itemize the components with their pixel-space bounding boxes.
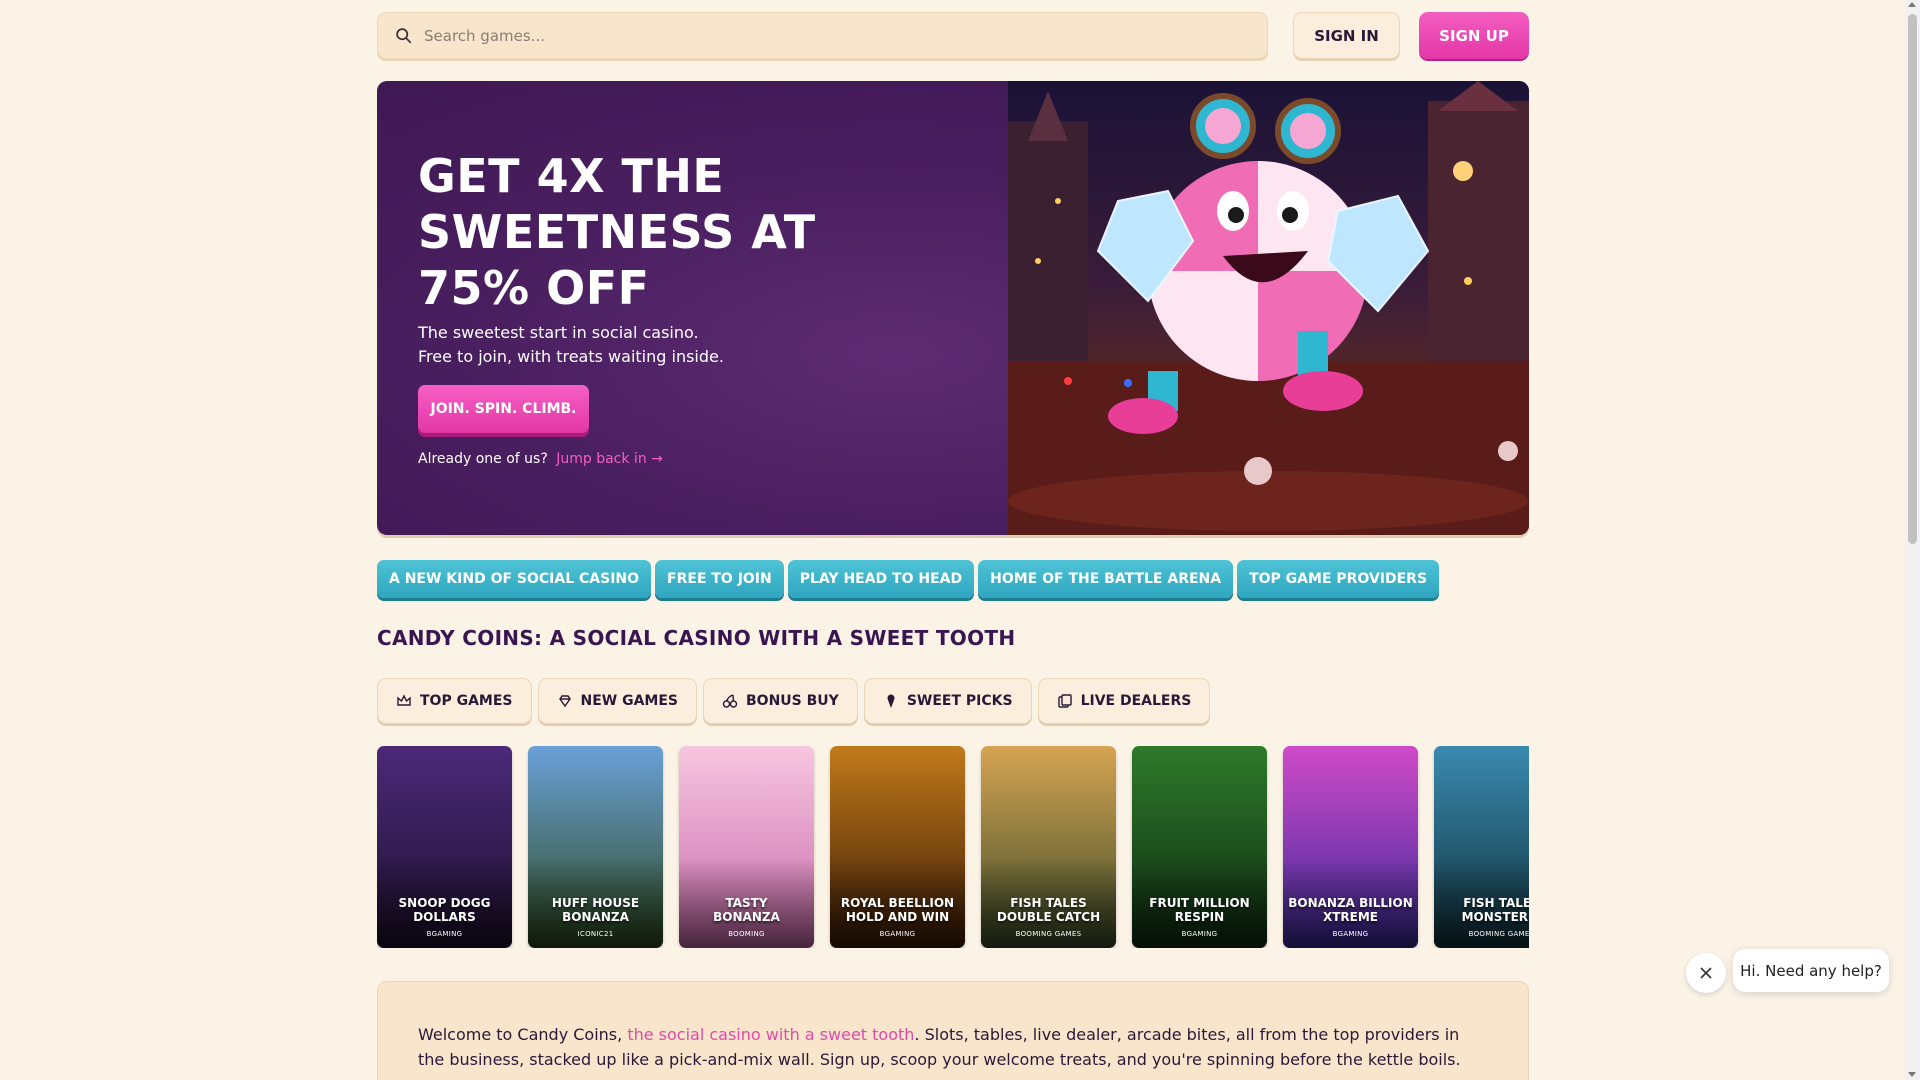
hero-subtitle-line-2: Free to join, with treats waiting inside… [418,347,724,366]
game-tile[interactable]: SNOOP DOGG DOLLARS BGAMING [377,746,512,948]
page-scrollbar[interactable] [1905,0,1920,1080]
cards-icon [1057,694,1072,708]
ice-cream-icon [887,694,895,708]
game-tile[interactable]: TASTY BONANZA BOOMING [679,746,814,948]
pill-play-head-to-head[interactable]: PLAY HEAD TO HEAD [787,560,975,598]
tab-top-games[interactable]: TOP GAMES [377,678,532,724]
game-tile[interactable]: ROYAL BEELLION HOLD AND WIN BGAMING [830,746,965,948]
login-prompt-text: Already one of us? [418,451,548,467]
game-title: FISH TALES MONSTER R [1461,896,1529,924]
hero-subtitle-line-1: The sweetest start in social casino. [418,323,699,342]
game-provider: BGAMING [879,930,916,938]
scroll-up-arrow-icon[interactable] [1908,2,1916,7]
game-provider: ICONIC21 [577,930,614,938]
welcome-box: Welcome to Candy Coins, the social casin… [377,981,1529,1080]
game-provider: BGAMING [426,930,463,938]
tab-bonus-buy[interactable]: BONUS BUY [703,678,858,724]
game-title: FISH TALES DOUBLE CATCH [996,896,1101,924]
game-tile[interactable]: BONANZA BILLION XTREME BGAMING [1283,746,1418,948]
search-box[interactable] [377,12,1268,59]
game-tile[interactable]: HUFF HOUSE BONANZA ICONIC21 [528,746,663,948]
hero-mascot-image [1008,81,1529,535]
game-title: HUFF HOUSE BONANZA [551,896,640,924]
game-title: FRUIT MILLION RESPIN [1149,896,1250,924]
game-title: ROYAL BEELLION HOLD AND WIN [840,896,955,924]
game-category-tabs: TOP GAMES NEW GAMES BONUS BUY SWEET PICK… [377,678,1211,724]
hero-banner: GET 4X THE SWEETNESS AT 75% OFF The swee… [377,81,1529,535]
candy-mascot-illustration [1008,81,1529,535]
cherries-icon [722,694,738,708]
hero-login-prompt: Already one of us? Jump back in → [418,451,663,467]
hero-subtitle: The sweetest start in social casino. Fre… [418,321,818,369]
scroll-down-arrow-icon[interactable] [1908,1072,1916,1077]
sign-in-button[interactable]: SIGN IN [1293,12,1400,59]
join-cta-button[interactable]: JOIN. SPIN. CLIMB. [418,385,589,433]
tab-label: LIVE DEALERS [1080,693,1192,709]
game-title: TASTY BONANZA [713,896,780,924]
hero-title: GET 4X THE SWEETNESS AT 75% OFF [418,149,816,315]
tab-label: SWEET PICKS [906,693,1013,709]
tab-label: NEW GAMES [580,693,679,709]
search-input[interactable] [424,26,1224,45]
crown-icon [397,694,411,706]
jump-back-in-link[interactable]: Jump back in → [556,451,663,467]
game-tiles-row: SNOOP DOGG DOLLARS BGAMING HUFF HOUSE BO… [377,746,1529,948]
chat-close-button[interactable] [1686,953,1726,993]
game-provider: BGAMING [1181,930,1218,938]
game-tile[interactable]: FRUIT MILLION RESPIN BGAMING [1132,746,1267,948]
tab-new-games[interactable]: NEW GAMES [537,678,698,724]
tab-sweet-picks[interactable]: SWEET PICKS [863,678,1032,724]
pill-top-game-providers[interactable]: TOP GAME PROVIDERS [1237,560,1440,598]
game-tile[interactable]: FISH TALES MONSTER R BOOMING GAMES [1434,746,1529,948]
pill-free-to-join[interactable]: FREE TO JOIN [655,560,784,598]
tab-label: TOP GAMES [420,693,513,709]
close-icon [1700,967,1712,979]
game-tile[interactable]: FISH TALES DOUBLE CATCH BOOMING GAMES [981,746,1116,948]
search-icon [396,28,412,44]
pill-home-of-battle-arena[interactable]: HOME OF THE BATTLE ARENA [978,560,1234,598]
section-title: CANDY COINS: A SOCIAL CASINO WITH A SWEE… [377,626,1016,650]
feature-pills: A NEW KIND OF SOCIAL CASINO FREE TO JOIN… [377,560,1440,598]
gem-icon [558,695,571,708]
welcome-text: Welcome to Candy Coins, the social casin… [418,1022,1488,1072]
game-provider: BOOMING GAMES [1468,930,1529,938]
game-provider: BGAMING [1332,930,1369,938]
chat-help-bubble[interactable]: Hi. Need any help? [1733,949,1889,992]
tab-live-dealers[interactable]: LIVE DEALERS [1037,678,1211,724]
welcome-text-start: Welcome to Candy Coins, [418,1025,628,1044]
game-title: SNOOP DOGG DOLLARS [398,896,491,924]
social-casino-link[interactable]: the social casino with a sweet tooth [627,1025,914,1044]
scroll-thumb[interactable] [1908,14,1917,544]
game-title: BONANZA BILLION XTREME [1288,896,1413,924]
game-provider: BOOMING [728,930,765,938]
game-provider: BOOMING GAMES [1015,930,1082,938]
top-bar: SIGN IN SIGN UP [377,12,1529,60]
sign-up-button[interactable]: SIGN UP [1419,12,1529,59]
pill-new-kind-of-social-casino[interactable]: A NEW KIND OF SOCIAL CASINO [377,560,652,598]
tab-label: BONUS BUY [746,693,839,709]
